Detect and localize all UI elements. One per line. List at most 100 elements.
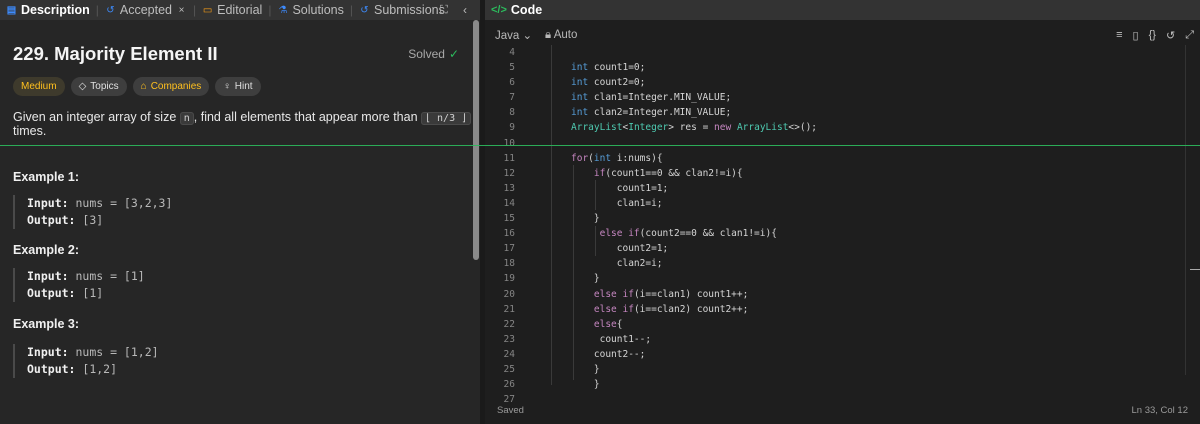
line-number: 14: [503, 197, 515, 209]
code-line: ArrayList<Integer> res = new ArrayList<>…: [571, 122, 818, 134]
code-line: else if(i==clan2) count2++;: [593, 303, 749, 315]
code-line: count1--;: [571, 333, 652, 345]
companies-button[interactable]: ⌂ Companies: [132, 77, 210, 96]
tab-editorial[interactable]: ▭ Editorial: [196, 3, 268, 17]
line-number: 16: [503, 228, 515, 240]
tab-description[interactable]: ▤ Description: [0, 3, 96, 17]
companies-label: Companies: [150, 81, 202, 92]
book-icon: ▭: [202, 4, 213, 16]
code-line: int count1=0;: [571, 62, 646, 74]
code-line: clan1=i;: [571, 197, 663, 209]
output-value: [1]: [75, 286, 104, 300]
code-editor[interactable]: int count1=0; int count2=0; int clan1=Inte…: [571, 45, 817, 407]
code-tab-label[interactable]: Code: [511, 3, 542, 17]
bookmark-icon[interactable]: ▯: [1133, 29, 1139, 42]
solved-label: Solved: [408, 47, 445, 61]
braces-icon[interactable]: {}: [1149, 29, 1156, 42]
tab-solutions[interactable]: ⚗ Solutions: [271, 3, 349, 17]
inline-code: n: [179, 112, 194, 125]
line-number: 10: [503, 137, 515, 149]
hint-button[interactable]: ♀ Hint: [215, 77, 261, 96]
mode-indicator[interactable]: 🔒︎ Auto: [545, 29, 577, 42]
example-block: Input: nums = [1,2] Output: [1,2]: [13, 344, 159, 378]
desc-text: times.: [13, 124, 47, 138]
tab-accepted[interactable]: ↺ Accepted ×: [99, 3, 193, 17]
collapse-icon[interactable]: ‹: [463, 3, 467, 17]
tag-icon: ◇: [78, 81, 87, 92]
problem-header: 229. Majority Element II Solved ✓: [13, 43, 459, 65]
line-number: 25: [503, 363, 515, 375]
lightbulb-icon: ♀: [223, 81, 231, 92]
flask-icon: ⚗: [278, 4, 288, 16]
expand-icon[interactable]: ⤢: [1185, 29, 1194, 42]
output-value: [1,2]: [75, 362, 118, 376]
lock-icon: ⌂: [140, 81, 147, 92]
description-scrollbar[interactable]: [473, 20, 479, 260]
solved-status: Solved ✓: [408, 47, 459, 61]
output-value: [3]: [75, 213, 104, 227]
input-label: Input:: [27, 269, 69, 283]
format-icon[interactable]: ≡: [1116, 29, 1122, 42]
line-number: 7: [509, 92, 515, 104]
history-icon: ↺: [360, 4, 369, 16]
tab-submissions-label: Submissions: [374, 3, 445, 17]
line-numbers: 4 5 6 7 8 9 10 11 12 13 14 15 16 17 18 19 20 21 22 23 24 25 26…: [485, 45, 535, 407]
example-title: Example 1:: [13, 170, 80, 184]
code-line: }: [571, 273, 600, 285]
code-line: for(int i:nums){: [571, 152, 663, 164]
input-value: nums = [1]: [68, 269, 145, 283]
difficulty-badge: Medium: [13, 77, 65, 96]
desc-text: Given an integer array of size: [13, 110, 180, 124]
line-number: 17: [503, 243, 515, 255]
desc-text: , find all elements that appear more tha…: [193, 110, 421, 124]
expand-icon[interactable]: ⛶: [440, 4, 448, 17]
chevron-down-icon: ⌄: [522, 30, 533, 42]
input-value: nums = [1,2]: [68, 345, 159, 359]
language-label: Java: [495, 30, 520, 42]
code-line: count2=1;: [571, 243, 669, 255]
tab-submissions[interactable]: ↺ Submissions: [353, 3, 451, 17]
save-status: Saved: [497, 404, 524, 416]
reset-icon[interactable]: ↺: [1166, 29, 1175, 42]
output-label: Output:: [27, 286, 76, 300]
language-select[interactable]: Java ⌄: [495, 28, 532, 42]
line-number: 9: [509, 122, 515, 134]
line-number: 4: [509, 47, 515, 58]
example-title: Example 2:: [13, 243, 80, 257]
line-number: 12: [503, 167, 515, 179]
tab-accepted-label: Accepted: [119, 3, 173, 17]
input-value: nums = [3,2,3]: [68, 196, 173, 210]
description-icon: ▤: [6, 4, 17, 16]
output-label: Output:: [27, 362, 76, 376]
line-number: 15: [503, 213, 515, 225]
editor-toolbar: Java ⌄ 🔒︎ Auto ≡ ▯ {} ↺ ⤢: [485, 24, 1200, 46]
code-line: count2--;: [571, 348, 646, 360]
code-panel: </> Code Java ⌄ 🔒︎ Auto ≡ ▯ {} ↺ ⤢ 4 5 6 7 8…: [485, 0, 1200, 424]
mode-label: Auto: [553, 28, 578, 41]
tab-solutions-label: Solutions: [292, 3, 344, 17]
example-title: Example 3:: [13, 317, 80, 331]
close-icon[interactable]: ×: [176, 5, 187, 16]
example-block: Input: nums = [3,2,3] Output: [3]: [13, 195, 172, 229]
inline-code: ⌊ n/3 ⌋: [421, 112, 472, 125]
line-number: 20: [503, 288, 515, 300]
tab-editorial-label: Editorial: [217, 3, 263, 17]
line-number: 23: [503, 333, 515, 345]
line-number: 26: [503, 379, 515, 391]
history-icon: ↺: [106, 4, 115, 16]
output-label: Output:: [27, 213, 76, 227]
code-icon: </>: [491, 4, 507, 16]
code-line: }: [571, 363, 600, 375]
code-line: count1=1;: [571, 182, 669, 194]
line-number: 22: [503, 318, 515, 330]
line-number: 19: [503, 273, 515, 285]
topics-button[interactable]: ◇ Topics: [70, 77, 127, 96]
problem-title[interactable]: 229. Majority Element II: [13, 43, 218, 65]
check-circle-icon: ✓: [448, 47, 459, 61]
lock-icon: 🔒︎: [545, 28, 552, 41]
line-number: 11: [503, 152, 515, 164]
input-label: Input:: [27, 345, 69, 359]
code-line: }: [571, 213, 600, 225]
editor-scrollbar[interactable]: [1185, 45, 1200, 375]
cursor-position: Ln 33, Col 12: [1131, 404, 1188, 416]
